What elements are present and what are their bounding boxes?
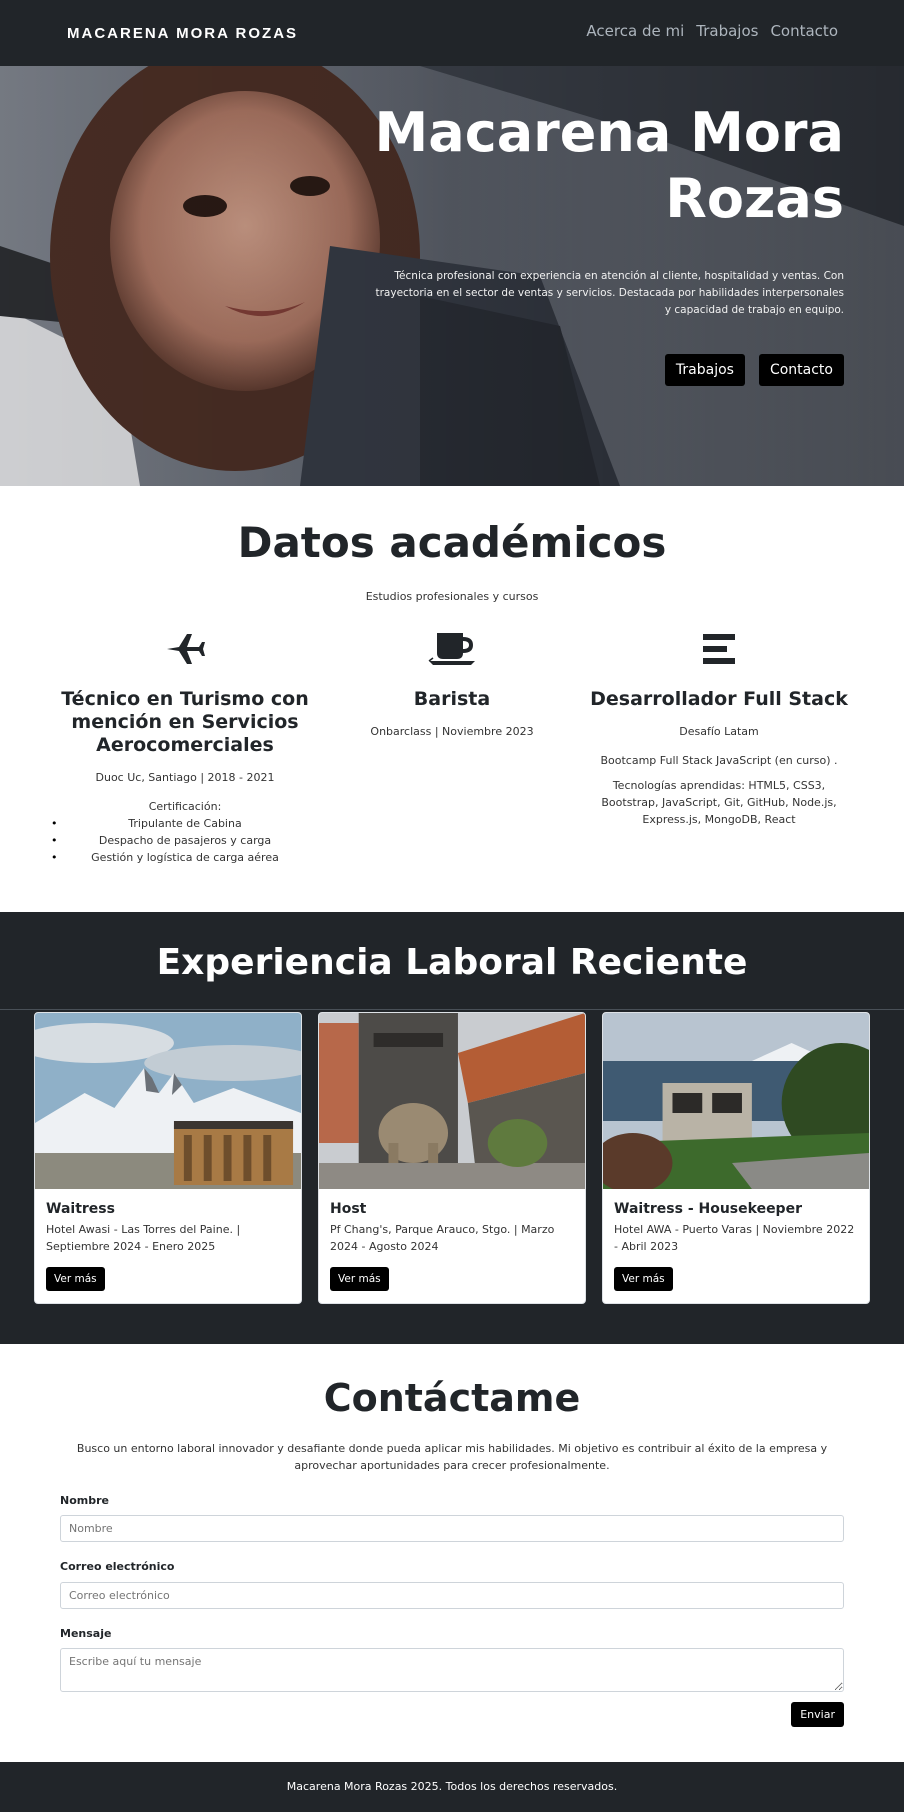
card-image-awa	[603, 1013, 869, 1189]
contact-description: Busco un entorno laboral innovador y des…	[76, 1442, 828, 1472]
footer: Macarena Mora Rozas 2025. Todos los dere…	[0, 1762, 904, 1812]
academic-title: Técnico en Turismo con mención en Servic…	[61, 688, 309, 756]
academic-tech: Tecnologías aprendidas: HTML5, CSS3, Boo…	[601, 779, 837, 826]
list-item: Gestión y logística de carga aérea	[51, 849, 315, 866]
academic-item-fullstack: Desarrollador Full Stack Desafío Latam B…	[589, 628, 849, 828]
email-label: Correo electrónico	[60, 1560, 175, 1573]
navbar-links: Acerca de mi Trabajos Contacto	[586, 22, 838, 40]
hero-contact-button[interactable]: Contacto	[758, 354, 844, 386]
experience-title: Experiencia Laboral Reciente	[156, 942, 748, 983]
academic-item-barista: Barista Onbarclass | Noviembre 2023	[322, 628, 582, 740]
card-text: Hotel AWA - Puerto Varas | Noviembre 202…	[614, 1223, 855, 1253]
coffee-cup-icon	[322, 628, 582, 670]
nav-link-works[interactable]: Trabajos	[696, 22, 758, 40]
academic-title: Desarrollador Full Stack	[590, 688, 848, 710]
contact-title: Contáctame	[323, 1376, 581, 1420]
page: MACARENA MORA ROZAS Acerca de mi Trabajo…	[0, 0, 904, 1812]
academics-title: Datos académicos	[237, 518, 667, 567]
experience-card-awa: Waitress - Housekeeper Hotel AWA - Puert…	[602, 1012, 870, 1304]
academic-item-tourism: Técnico en Turismo con mención en Servic…	[51, 628, 315, 866]
hero-works-button[interactable]: Trabajos	[664, 354, 745, 386]
card-text: Pf Chang's, Parque Arauco, Stgo. | Marzo…	[330, 1223, 555, 1253]
card-image-awasi	[35, 1013, 301, 1189]
footer-text: Macarena Mora Rozas 2025. Todos los dere…	[286, 1780, 618, 1793]
list-item: Despacho de pasajeros y carga	[51, 832, 315, 849]
academic-detail: Bootcamp Full Stack JavaScript (en curso…	[600, 754, 838, 767]
academic-place: Onbarclass | Noviembre 2023	[370, 725, 534, 738]
name-input[interactable]	[60, 1515, 844, 1542]
card-more-button[interactable]: Ver más	[614, 1267, 673, 1291]
message-label: Mensaje	[60, 1627, 112, 1640]
list-item: Tripulante de Cabina	[51, 815, 315, 832]
plane-icon	[55, 628, 315, 670]
divider	[0, 1009, 904, 1010]
academic-title: Barista	[413, 688, 491, 710]
navbar-brand[interactable]: MACARENA MORA ROZAS	[67, 25, 298, 42]
navbar: MACARENA MORA ROZAS Acerca de mi Trabajo…	[0, 0, 904, 66]
hero-title: Macarena Mora Rozas	[374, 101, 844, 230]
card-text: Hotel Awasi - Las Torres del Paine. | Se…	[46, 1223, 241, 1253]
card-more-button[interactable]: Ver más	[330, 1267, 389, 1291]
card-title: Waitress - Housekeeper	[614, 1201, 802, 1217]
hero-section: Macarena Mora Rozas Técnica profesional …	[0, 66, 904, 486]
submit-button[interactable]: Enviar	[791, 1702, 844, 1727]
academic-place: Desafío Latam	[679, 725, 759, 738]
experience-section: Experiencia Laboral Reciente Waitress Ho…	[0, 912, 904, 1344]
card-more-button[interactable]: Ver más	[46, 1267, 105, 1291]
certification-label: Certificación:	[148, 800, 222, 813]
hero-description: Técnica profesional con experiencia en a…	[375, 270, 844, 316]
nav-link-about[interactable]: Acerca de mi	[586, 22, 684, 40]
hero-buttons: Trabajos Contacto	[664, 354, 844, 386]
message-textarea[interactable]	[60, 1648, 844, 1692]
certification-list: Tripulante de Cabina Despacho de pasajer…	[51, 815, 315, 866]
academics-subtitle: Estudios profesionales y cursos	[365, 590, 539, 603]
stack-bars-icon	[589, 628, 849, 670]
card-title: Waitress	[46, 1201, 115, 1217]
name-label: Nombre	[60, 1494, 109, 1507]
experience-card-pfchangs: Host Pf Chang's, Parque Arauco, Stgo. | …	[318, 1012, 586, 1304]
experience-card-awasi: Waitress Hotel Awasi - Las Torres del Pa…	[34, 1012, 302, 1304]
nav-link-contact[interactable]: Contacto	[770, 22, 838, 40]
card-image-pfchangs	[319, 1013, 585, 1189]
email-input[interactable]	[60, 1582, 844, 1609]
academic-place: Duoc Uc, Santiago | 2018 - 2021	[95, 771, 275, 784]
card-title: Host	[330, 1201, 367, 1217]
